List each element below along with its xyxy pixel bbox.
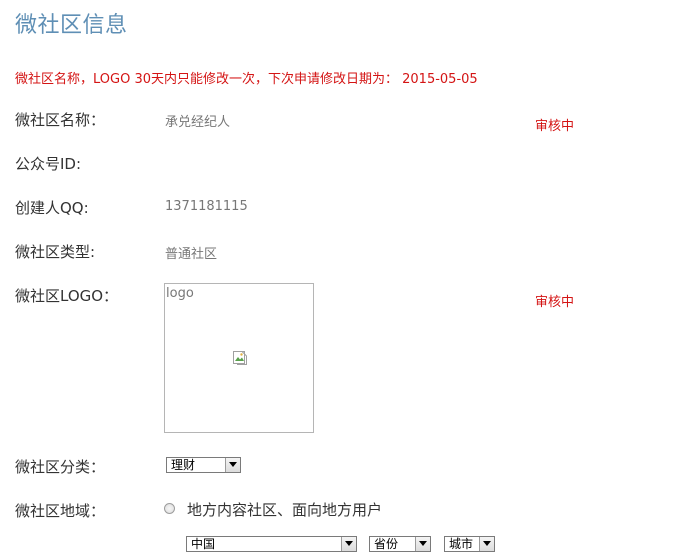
chevron-down-icon[interactable] bbox=[479, 537, 494, 551]
chevron-down-icon[interactable] bbox=[415, 537, 430, 551]
logo-label: 微社区LOGO： bbox=[15, 287, 119, 305]
chevron-down-icon[interactable] bbox=[225, 458, 240, 472]
province-select-value: 省份 bbox=[374, 537, 399, 551]
name-value: 承兑经纪人 bbox=[165, 115, 231, 130]
modification-notice: 微社区名称，LOGO 30天内只能修改一次，下次申请修改日期为： 2015-05… bbox=[15, 72, 478, 87]
country-select-value: 中国 bbox=[191, 537, 216, 551]
city-select-value: 城市 bbox=[449, 537, 474, 551]
type-value: 普通社区 bbox=[165, 247, 218, 262]
category-select-value: 理财 bbox=[171, 458, 196, 472]
category-select[interactable]: 理财 bbox=[166, 457, 241, 473]
type-label: 微社区类型: bbox=[15, 243, 96, 261]
city-select[interactable]: 城市 bbox=[444, 536, 495, 552]
name-review-status: 审核中 bbox=[535, 119, 575, 134]
chevron-down-icon[interactable] bbox=[341, 537, 356, 551]
page-title: 微社区信息 bbox=[15, 13, 128, 38]
logo-review-status: 审核中 bbox=[535, 295, 575, 310]
public-id-label: 公众号ID: bbox=[15, 155, 82, 173]
community-info-page: 微社区信息 微社区名称，LOGO 30天内只能修改一次，下次申请修改日期为： 2… bbox=[0, 0, 673, 559]
creator-qq-label: 创建人QQ: bbox=[15, 199, 89, 217]
name-label: 微社区名称： bbox=[15, 111, 106, 129]
logo-image-box[interactable]: logo bbox=[164, 283, 314, 433]
province-select[interactable]: 省份 bbox=[369, 536, 431, 552]
region-label: 微社区地域： bbox=[15, 502, 106, 520]
category-label: 微社区分类： bbox=[15, 458, 106, 476]
creator-qq-value: 1371181115 bbox=[165, 199, 248, 214]
country-select[interactable]: 中国 bbox=[186, 536, 357, 552]
local-community-radio-label: 地方内容社区、面向地方用户 bbox=[187, 501, 383, 519]
broken-image-icon bbox=[233, 351, 247, 365]
local-community-radio[interactable] bbox=[164, 503, 175, 514]
logo-alt-text: logo bbox=[166, 286, 194, 301]
